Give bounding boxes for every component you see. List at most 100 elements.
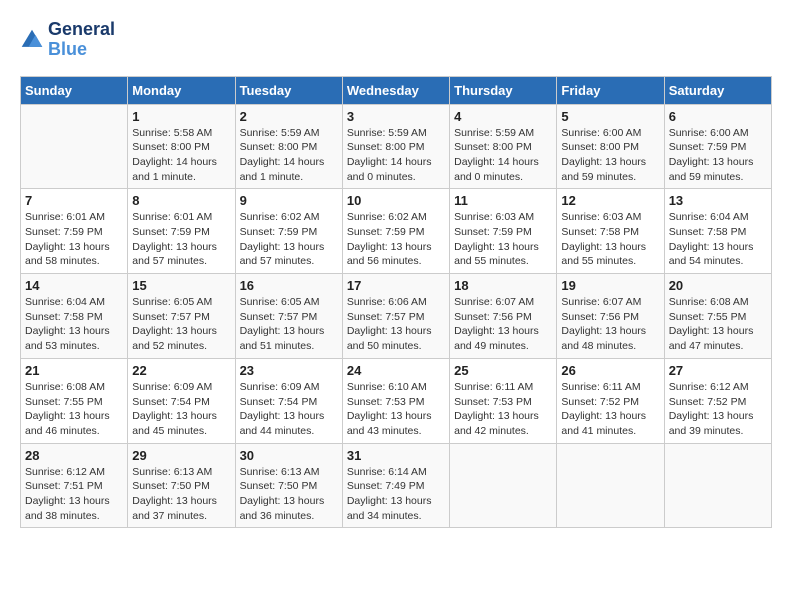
- calendar-week-row: 28 Sunrise: 6:12 AM Sunset: 7:51 PM Dayli…: [21, 443, 772, 528]
- day-number: 24: [347, 363, 445, 378]
- calendar-cell: [450, 443, 557, 528]
- calendar-cell: 28 Sunrise: 6:12 AM Sunset: 7:51 PM Dayli…: [21, 443, 128, 528]
- day-info: Sunrise: 6:12 AM Sunset: 7:52 PM Dayligh…: [669, 380, 767, 439]
- calendar-cell: [21, 104, 128, 189]
- day-info: Sunrise: 6:01 AM Sunset: 7:59 PM Dayligh…: [132, 210, 230, 269]
- day-info: Sunrise: 6:08 AM Sunset: 7:55 PM Dayligh…: [669, 295, 767, 354]
- day-number: 16: [240, 278, 338, 293]
- day-number: 2: [240, 109, 338, 124]
- day-number: 18: [454, 278, 552, 293]
- day-info: Sunrise: 6:00 AM Sunset: 7:59 PM Dayligh…: [669, 126, 767, 185]
- day-number: 7: [25, 193, 123, 208]
- day-number: 27: [669, 363, 767, 378]
- calendar-cell: 11 Sunrise: 6:03 AM Sunset: 7:59 PM Dayli…: [450, 189, 557, 274]
- calendar-week-row: 21Sunrise: 6:08 AM Sunset: 7:55 PM Dayli…: [21, 358, 772, 443]
- day-number: 4: [454, 109, 552, 124]
- day-info: Sunrise: 5:59 AM Sunset: 8:00 PM Dayligh…: [240, 126, 338, 185]
- calendar-cell: 19 Sunrise: 6:07 AM Sunset: 7:56 PM Dayli…: [557, 274, 664, 359]
- calendar-cell: 27 Sunrise: 6:12 AM Sunset: 7:52 PM Dayli…: [664, 358, 771, 443]
- day-info: Sunrise: 6:12 AM Sunset: 7:51 PM Dayligh…: [25, 465, 123, 524]
- day-number: 28: [25, 448, 123, 463]
- day-number: 8: [132, 193, 230, 208]
- day-number: 9: [240, 193, 338, 208]
- day-info: Sunrise: 6:00 AM Sunset: 8:00 PM Dayligh…: [561, 126, 659, 185]
- weekday-header-row: SundayMondayTuesdayWednesdayThursdayFrid…: [21, 76, 772, 104]
- weekday-header-wednesday: Wednesday: [342, 76, 449, 104]
- calendar-cell: 1 Sunrise: 5:58 AM Sunset: 8:00 PM Daylig…: [128, 104, 235, 189]
- day-info: Sunrise: 6:09 AM Sunset: 7:54 PM Dayligh…: [240, 380, 338, 439]
- day-number: 23: [240, 363, 338, 378]
- calendar-cell: 29Sunrise: 6:13 AM Sunset: 7:50 PM Dayli…: [128, 443, 235, 528]
- calendar-cell: 12Sunrise: 6:03 AM Sunset: 7:58 PM Dayli…: [557, 189, 664, 274]
- calendar-cell: 26 Sunrise: 6:11 AM Sunset: 7:52 PM Dayli…: [557, 358, 664, 443]
- day-info: Sunrise: 6:03 AM Sunset: 7:58 PM Dayligh…: [561, 210, 659, 269]
- day-info: Sunrise: 6:05 AM Sunset: 7:57 PM Dayligh…: [240, 295, 338, 354]
- calendar-cell: 23 Sunrise: 6:09 AM Sunset: 7:54 PM Dayli…: [235, 358, 342, 443]
- calendar-cell: 5 Sunrise: 6:00 AM Sunset: 8:00 PM Daylig…: [557, 104, 664, 189]
- calendar-cell: 3 Sunrise: 5:59 AM Sunset: 8:00 PM Daylig…: [342, 104, 449, 189]
- day-info: Sunrise: 6:13 AM Sunset: 7:50 PM Dayligh…: [240, 465, 338, 524]
- logo: General Blue: [20, 20, 115, 60]
- calendar-cell: 2 Sunrise: 5:59 AM Sunset: 8:00 PM Daylig…: [235, 104, 342, 189]
- calendar-cell: 24 Sunrise: 6:10 AM Sunset: 7:53 PM Dayli…: [342, 358, 449, 443]
- page-header: General Blue: [20, 20, 772, 60]
- calendar-week-row: 1 Sunrise: 5:58 AM Sunset: 8:00 PM Daylig…: [21, 104, 772, 189]
- calendar-table: SundayMondayTuesdayWednesdayThursdayFrid…: [20, 76, 772, 529]
- day-number: 6: [669, 109, 767, 124]
- day-number: 26: [561, 363, 659, 378]
- day-info: Sunrise: 6:11 AM Sunset: 7:52 PM Dayligh…: [561, 380, 659, 439]
- calendar-cell: 25 Sunrise: 6:11 AM Sunset: 7:53 PM Dayli…: [450, 358, 557, 443]
- day-number: 5: [561, 109, 659, 124]
- calendar-cell: 20 Sunrise: 6:08 AM Sunset: 7:55 PM Dayli…: [664, 274, 771, 359]
- weekday-header-sunday: Sunday: [21, 76, 128, 104]
- day-info: Sunrise: 5:58 AM Sunset: 8:00 PM Dayligh…: [132, 126, 230, 185]
- day-number: 14: [25, 278, 123, 293]
- day-number: 30: [240, 448, 338, 463]
- calendar-cell: 4 Sunrise: 5:59 AM Sunset: 8:00 PM Daylig…: [450, 104, 557, 189]
- calendar-cell: 31Sunrise: 6:14 AM Sunset: 7:49 PM Dayli…: [342, 443, 449, 528]
- day-number: 29: [132, 448, 230, 463]
- calendar-cell: [664, 443, 771, 528]
- weekday-header-monday: Monday: [128, 76, 235, 104]
- day-info: Sunrise: 6:01 AM Sunset: 7:59 PM Dayligh…: [25, 210, 123, 269]
- day-number: 31: [347, 448, 445, 463]
- calendar-cell: 10Sunrise: 6:02 AM Sunset: 7:59 PM Dayli…: [342, 189, 449, 274]
- calendar-cell: 7 Sunrise: 6:01 AM Sunset: 7:59 PM Daylig…: [21, 189, 128, 274]
- day-number: 17: [347, 278, 445, 293]
- day-info: Sunrise: 6:04 AM Sunset: 7:58 PM Dayligh…: [25, 295, 123, 354]
- day-number: 1: [132, 109, 230, 124]
- day-number: 11: [454, 193, 552, 208]
- day-info: Sunrise: 6:11 AM Sunset: 7:53 PM Dayligh…: [454, 380, 552, 439]
- day-info: Sunrise: 5:59 AM Sunset: 8:00 PM Dayligh…: [454, 126, 552, 185]
- calendar-cell: 21Sunrise: 6:08 AM Sunset: 7:55 PM Dayli…: [21, 358, 128, 443]
- day-number: 19: [561, 278, 659, 293]
- calendar-cell: 15 Sunrise: 6:05 AM Sunset: 7:57 PM Dayli…: [128, 274, 235, 359]
- day-info: Sunrise: 6:03 AM Sunset: 7:59 PM Dayligh…: [454, 210, 552, 269]
- calendar-cell: 9 Sunrise: 6:02 AM Sunset: 7:59 PM Daylig…: [235, 189, 342, 274]
- day-info: Sunrise: 6:10 AM Sunset: 7:53 PM Dayligh…: [347, 380, 445, 439]
- day-number: 3: [347, 109, 445, 124]
- weekday-header-saturday: Saturday: [664, 76, 771, 104]
- day-number: 20: [669, 278, 767, 293]
- day-number: 21: [25, 363, 123, 378]
- logo-icon: [20, 28, 44, 52]
- day-number: 15: [132, 278, 230, 293]
- day-number: 25: [454, 363, 552, 378]
- day-info: Sunrise: 6:05 AM Sunset: 7:57 PM Dayligh…: [132, 295, 230, 354]
- day-info: Sunrise: 5:59 AM Sunset: 8:00 PM Dayligh…: [347, 126, 445, 185]
- calendar-cell: 18 Sunrise: 6:07 AM Sunset: 7:56 PM Dayli…: [450, 274, 557, 359]
- day-number: 10: [347, 193, 445, 208]
- day-info: Sunrise: 6:02 AM Sunset: 7:59 PM Dayligh…: [240, 210, 338, 269]
- calendar-week-row: 7 Sunrise: 6:01 AM Sunset: 7:59 PM Daylig…: [21, 189, 772, 274]
- day-info: Sunrise: 6:07 AM Sunset: 7:56 PM Dayligh…: [561, 295, 659, 354]
- calendar-cell: [557, 443, 664, 528]
- weekday-header-thursday: Thursday: [450, 76, 557, 104]
- day-info: Sunrise: 6:04 AM Sunset: 7:58 PM Dayligh…: [669, 210, 767, 269]
- weekday-header-tuesday: Tuesday: [235, 76, 342, 104]
- day-number: 22: [132, 363, 230, 378]
- day-info: Sunrise: 6:09 AM Sunset: 7:54 PM Dayligh…: [132, 380, 230, 439]
- day-info: Sunrise: 6:06 AM Sunset: 7:57 PM Dayligh…: [347, 295, 445, 354]
- day-info: Sunrise: 6:07 AM Sunset: 7:56 PM Dayligh…: [454, 295, 552, 354]
- calendar-cell: 22 Sunrise: 6:09 AM Sunset: 7:54 PM Dayli…: [128, 358, 235, 443]
- calendar-cell: 17 Sunrise: 6:06 AM Sunset: 7:57 PM Dayli…: [342, 274, 449, 359]
